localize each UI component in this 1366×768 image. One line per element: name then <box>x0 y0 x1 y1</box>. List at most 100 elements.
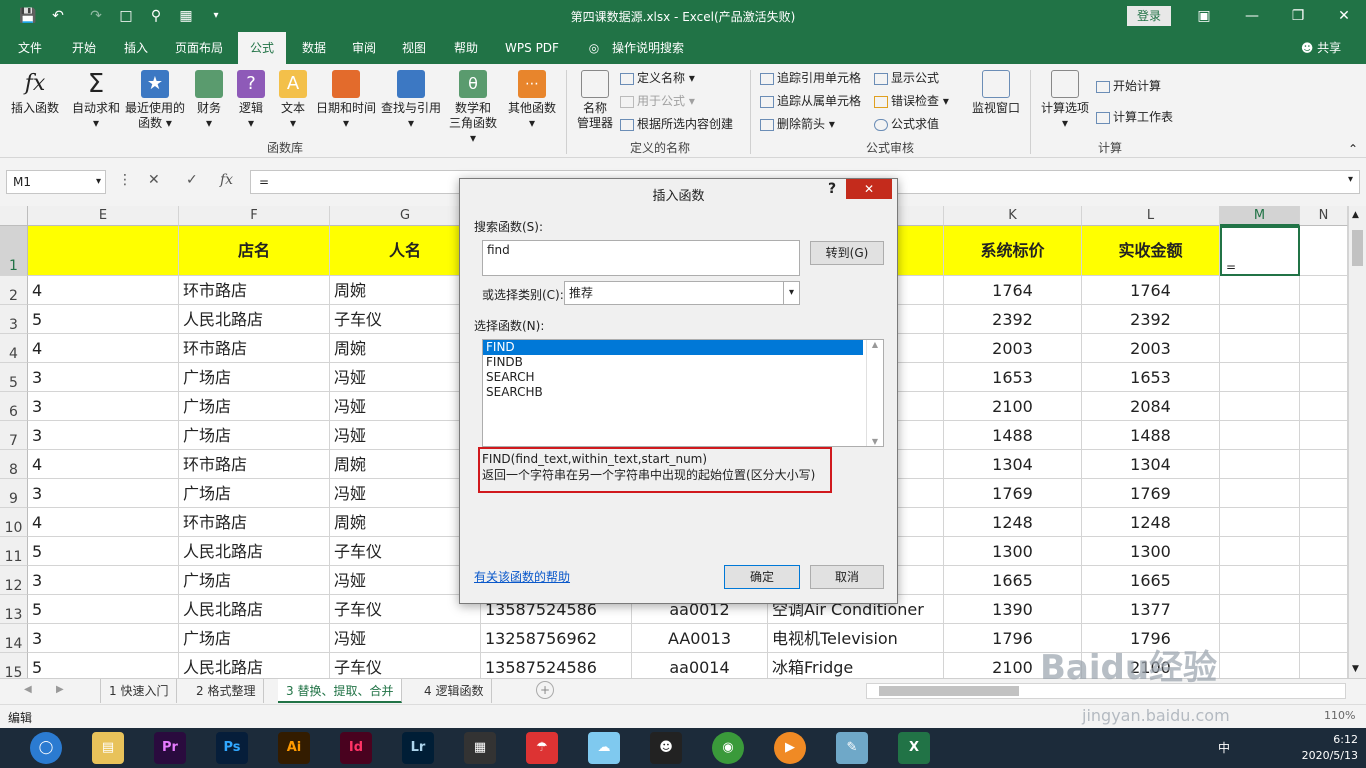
cell-l12[interactable]: 1665 <box>1082 566 1220 595</box>
insert-function-button[interactable]: fx 插入函数 <box>8 70 62 116</box>
illustrator-icon[interactable]: Ai <box>278 732 310 764</box>
more-functions-button[interactable]: ⋯ 其他函数 ▾ <box>506 70 558 131</box>
umbrella-app-icon[interactable]: ☂ <box>526 732 558 764</box>
dialog-close-button[interactable]: ✕ <box>846 179 892 199</box>
row-header-2[interactable]: 2 <box>0 276 28 305</box>
sheet-tab-3[interactable]: 3 替换、提取、合并 <box>278 679 403 703</box>
category-select[interactable]: 推荐 ▾ <box>564 281 800 305</box>
cell-k4[interactable]: 2003 <box>944 334 1082 363</box>
cancel-button[interactable]: 取消 <box>810 565 884 589</box>
name-box-dropdown-icon[interactable]: ▾ <box>96 171 101 193</box>
cell-k1[interactable]: 系统标价 <box>944 226 1082 276</box>
cell-n6[interactable] <box>1300 392 1348 421</box>
cell-m11[interactable] <box>1220 537 1300 566</box>
calculate-sheet-button[interactable]: 计算工作表 <box>1096 107 1173 127</box>
share-button[interactable]: ☻ 共享 <box>1296 32 1346 64</box>
cell-l8[interactable]: 1304 <box>1082 450 1220 479</box>
cell-n13[interactable] <box>1300 595 1348 624</box>
row-header-4[interactable]: 4 <box>0 334 28 363</box>
scroll-up-icon[interactable]: ▲ <box>1352 210 1359 220</box>
cell-l13[interactable]: 1377 <box>1082 595 1220 624</box>
cell-e1[interactable] <box>28 226 179 276</box>
tab-home[interactable]: 开始 <box>62 32 106 64</box>
function-help-link[interactable]: 有关该函数的帮助 <box>474 568 570 585</box>
ime-indicator[interactable]: 中 <box>1218 740 1230 756</box>
cell-k13[interactable]: 1390 <box>944 595 1082 624</box>
add-sheet-icon[interactable]: + <box>536 681 554 699</box>
function-item-findb[interactable]: FINDB <box>483 355 863 370</box>
excel-icon[interactable]: X <box>898 732 930 764</box>
cell-n14[interactable] <box>1300 624 1348 653</box>
cell-e6[interactable]: 3 <box>28 392 179 421</box>
math-trig-button[interactable]: θ 数学和 三角函数 ▾ <box>446 70 500 146</box>
cell-f10[interactable]: 环市路店 <box>179 508 330 537</box>
cell-l9[interactable]: 1769 <box>1082 479 1220 508</box>
cell-k12[interactable]: 1665 <box>944 566 1082 595</box>
cell-l2[interactable]: 1764 <box>1082 276 1220 305</box>
restore-icon[interactable]: ❐ <box>1286 4 1310 28</box>
cell-e8[interactable]: 4 <box>28 450 179 479</box>
cell-n4[interactable] <box>1300 334 1348 363</box>
file-explorer-icon[interactable]: ▤ <box>92 732 124 764</box>
cell-m4[interactable] <box>1220 334 1300 363</box>
sheet-next-icon[interactable]: ▶ <box>56 684 64 695</box>
cell-n1[interactable] <box>1300 226 1348 276</box>
cell-f8[interactable]: 环市路店 <box>179 450 330 479</box>
go-button[interactable]: 转到(G) <box>810 241 884 265</box>
tab-help[interactable]: 帮助 <box>444 32 488 64</box>
text-button[interactable]: A 文本 ▾ <box>278 70 308 131</box>
cell-m14[interactable] <box>1220 624 1300 653</box>
cell-m10[interactable] <box>1220 508 1300 537</box>
sheet-prev-icon[interactable]: ◀ <box>24 684 32 695</box>
column-header-e[interactable]: E <box>28 206 179 226</box>
date-time-button[interactable]: 日期和时间 ▾ <box>314 70 378 131</box>
function-item-search[interactable]: SEARCH <box>483 370 863 385</box>
tab-page-layout[interactable]: 页面布局 <box>168 32 230 64</box>
tab-formulas[interactable]: 公式 <box>238 32 286 64</box>
cell-k3[interactable]: 2392 <box>944 305 1082 334</box>
logical-button[interactable]: ? 逻辑 ▾ <box>236 70 266 131</box>
row-header-10[interactable]: 10 <box>0 508 28 537</box>
column-header-l[interactable]: L <box>1082 206 1220 226</box>
tell-me-search[interactable]: 操作说明搜索 <box>606 32 690 64</box>
cell-l11[interactable]: 1300 <box>1082 537 1220 566</box>
cell-n11[interactable] <box>1300 537 1348 566</box>
cell-l5[interactable]: 1653 <box>1082 363 1220 392</box>
media-app-icon[interactable]: ▶ <box>774 732 806 764</box>
cell-e5[interactable]: 3 <box>28 363 179 392</box>
row-header-11[interactable]: 11 <box>0 537 28 566</box>
cell-e2[interactable]: 4 <box>28 276 179 305</box>
function-item-searchb[interactable]: SEARCHB <box>483 385 863 400</box>
cell-f11[interactable]: 人民北路店 <box>179 537 330 566</box>
cell-n8[interactable] <box>1300 450 1348 479</box>
scroll-thumb[interactable] <box>1352 230 1363 266</box>
sheet-tab-2[interactable]: 2 格式整理 <box>188 679 265 703</box>
tab-data[interactable]: 数据 <box>292 32 336 64</box>
cell-k9[interactable]: 1769 <box>944 479 1082 508</box>
list-scroll-up-icon[interactable]: ▲ <box>867 340 883 349</box>
cell-e3[interactable]: 5 <box>28 305 179 334</box>
cell-j15[interactable]: 冰箱Fridge <box>768 653 944 678</box>
cell-m9[interactable] <box>1220 479 1300 508</box>
row-header-8[interactable]: 8 <box>0 450 28 479</box>
qq-icon[interactable]: ☻ <box>650 732 682 764</box>
column-header-n[interactable]: N <box>1300 206 1348 226</box>
clock-time[interactable]: 6:12 <box>1302 732 1358 748</box>
cell-k11[interactable]: 1300 <box>944 537 1082 566</box>
calculate-now-button[interactable]: 开始计算 <box>1096 76 1161 96</box>
cell-f7[interactable]: 广场店 <box>179 421 330 450</box>
cell-g15[interactable]: 子车仪 <box>330 653 481 678</box>
cell-m5[interactable] <box>1220 363 1300 392</box>
cell-k2[interactable]: 1764 <box>944 276 1082 305</box>
cell-k7[interactable]: 1488 <box>944 421 1082 450</box>
cell-f2[interactable]: 环市路店 <box>179 276 330 305</box>
horizontal-scroll-thumb[interactable] <box>879 686 1019 696</box>
cell-e4[interactable]: 4 <box>28 334 179 363</box>
chat-app-icon[interactable]: ☁ <box>588 732 620 764</box>
vertical-scrollbar[interactable]: ▲ ▼ <box>1348 206 1366 678</box>
row-header-13[interactable]: 13 <box>0 595 28 624</box>
show-formulas-button[interactable]: 显示公式 <box>874 68 939 88</box>
trace-dependents-button[interactable]: 追踪从属单元格 <box>760 91 861 111</box>
cell-f4[interactable]: 环市路店 <box>179 334 330 363</box>
cell-f13[interactable]: 人民北路店 <box>179 595 330 624</box>
